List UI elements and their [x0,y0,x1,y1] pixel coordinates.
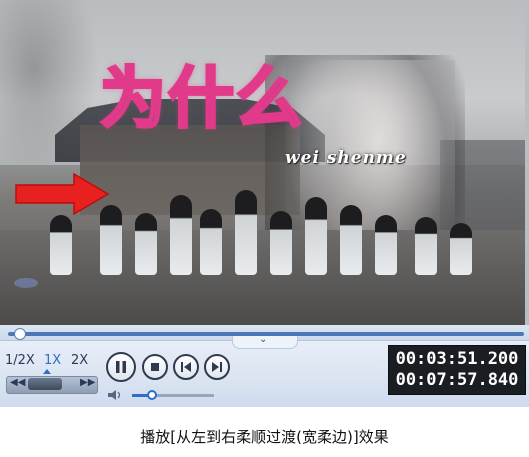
red-arrow-icon [15,172,110,216]
rewind-icon[interactable]: ◀◀ [10,377,25,388]
fast-forward-icon[interactable]: ▶▶ [80,377,95,388]
total-time: 00:07:57.840 [395,370,519,390]
volume-knob[interactable] [147,390,157,400]
speed-2x-button[interactable]: 2X [71,353,88,368]
dancer [135,213,157,275]
dancer [235,190,257,275]
dancer [415,217,437,275]
video-dancers [40,175,510,275]
dancer [270,211,292,275]
chevron-down-icon: ⌄ [259,334,268,345]
current-time: 00:03:51.200 [395,349,519,369]
dancer [200,209,222,275]
dancer [375,215,397,275]
dancer [340,205,362,275]
stop-icon [151,363,159,371]
pause-button[interactable] [106,352,136,382]
previous-icon [181,362,191,372]
previous-button[interactable] [173,354,199,380]
time-display: 00:03:51.200 00:07:57.840 [388,345,526,395]
dancer [450,223,472,275]
watermark-icon [14,278,38,288]
overlay-title-text: 为什么 [99,59,304,139]
pause-icon [116,361,126,373]
expand-toggle-button[interactable]: ⌄ [232,334,298,349]
screenshot-caption: 播放[从左到右柔顺过渡(宽柔边)]效果 [140,428,389,446]
speed-1x-button[interactable]: 1X [44,353,61,368]
speaker-icon[interactable] [107,389,123,401]
selected-speed-marker [43,369,51,374]
next-icon [212,362,222,372]
stop-button[interactable] [142,354,168,380]
dancer [50,215,72,275]
video-frame-edge [525,0,529,325]
frame-seek-thumb[interactable] [28,378,62,390]
progress-knob[interactable] [14,328,26,340]
speed-half-button[interactable]: 1/2X [5,353,35,368]
dancer [170,195,192,275]
overlay-subtitle-text: wei shenme [285,148,407,168]
dancer [305,197,327,275]
video-viewport[interactable]: 为什么 wei shenme [0,0,529,325]
next-button[interactable] [204,354,230,380]
